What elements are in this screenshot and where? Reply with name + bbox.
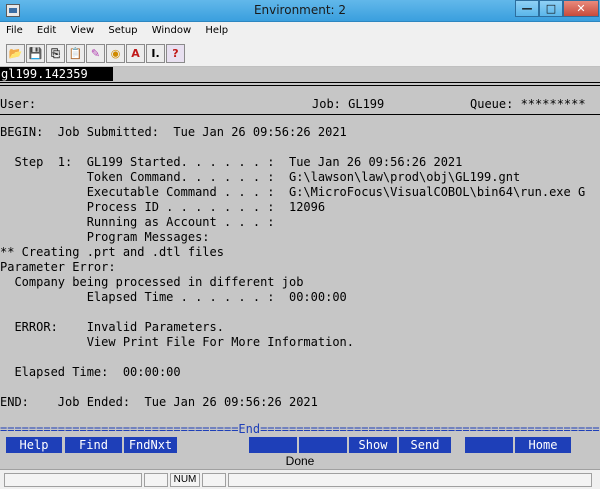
section-rule <box>0 114 600 115</box>
log-line: Process ID . . . . . . . : 12096 <box>0 200 326 214</box>
fkey-blank-3[interactable] <box>465 437 513 453</box>
maximize-button[interactable]: □ <box>539 0 563 17</box>
log-line: Parameter Error: <box>0 260 116 274</box>
menu-view[interactable]: View <box>64 22 99 36</box>
text-size-icon[interactable]: I. <box>146 44 165 63</box>
fkey-blank-1[interactable] <box>249 437 297 453</box>
log-line: Step 1: GL199 Started. . . . . . : Tue J… <box>0 155 463 169</box>
status-panel-right <box>228 473 592 487</box>
paste-icon[interactable]: 📋 <box>66 44 85 63</box>
status-panel-small <box>144 473 168 487</box>
palette-icon[interactable]: ◉ <box>106 44 125 63</box>
toolbar: 📂 💾 ⎘ 📋 ✎ ◉ A I. ? <box>0 41 600 67</box>
fkey-send[interactable]: Send <box>399 437 451 453</box>
job-label: Job: GL199 <box>312 97 385 111</box>
menu-window[interactable]: Window <box>146 22 196 36</box>
fkey-help[interactable]: Help <box>6 437 62 453</box>
fkey-fndnxt[interactable]: FndNxt <box>124 437 177 453</box>
title-bar: Environment: 2 — □ ✕ <box>0 0 600 22</box>
log-line: Elapsed Time . . . . . . : 00:00:00 <box>0 290 347 304</box>
fkey-blank-2[interactable] <box>299 437 347 453</box>
log-line: Program Messages: <box>0 230 210 244</box>
menu-bar: File Edit View Setup Window Help <box>0 22 600 41</box>
log-line: Elapsed Time: 00:00:00 <box>0 365 181 379</box>
minimize-button[interactable]: — <box>515 0 539 17</box>
brush-icon[interactable]: ✎ <box>86 44 105 63</box>
log-line: END: Job Ended: Tue Jan 26 09:56:26 2021 <box>0 395 318 409</box>
status-panel-small-2 <box>202 473 226 487</box>
open-folder-icon[interactable]: 📂 <box>6 44 25 63</box>
copy-icon[interactable]: ⎘ <box>46 44 65 63</box>
log-line: BEGIN: Job Submitted: Tue Jan 26 09:56:2… <box>0 125 347 139</box>
queue-label: Queue: ********* <box>470 97 586 111</box>
end-marker: =================================End====… <box>0 423 600 435</box>
fkey-home[interactable]: Home <box>515 437 571 453</box>
menu-file[interactable]: File <box>0 22 28 36</box>
header-rule-2 <box>0 85 600 86</box>
window-title: Environment: 2 <box>253 3 347 17</box>
menu-edit[interactable]: Edit <box>31 22 61 36</box>
save-icon[interactable]: 💾 <box>26 44 45 63</box>
log-line: View Print File For More Information. <box>0 335 355 349</box>
menu-setup[interactable]: Setup <box>102 22 142 36</box>
font-icon[interactable]: A <box>126 44 145 63</box>
status-panel-main <box>4 473 142 487</box>
num-lock-indicator: NUM <box>170 473 200 487</box>
fkey-show[interactable]: Show <box>349 437 397 453</box>
log-line: Executable Command . . . : G:\MicroFocus… <box>0 185 586 199</box>
status-bar: NUM <box>0 469 600 489</box>
menu-help[interactable]: Help <box>199 22 233 36</box>
job-id-field: gl199.142359 <box>0 67 113 81</box>
function-key-bar: Help Find FndNxt Show Send Home <box>0 437 600 453</box>
log-line: ERROR: Invalid Parameters. <box>0 320 224 334</box>
header-rule <box>0 82 600 83</box>
terminal-screen[interactable]: gl199.142359 User: Job: GL199 Queue: ***… <box>0 67 600 469</box>
help-icon[interactable]: ? <box>166 44 185 63</box>
log-line: Company being processed in different job <box>0 275 304 289</box>
fkey-find[interactable]: Find <box>65 437 122 453</box>
status-text: Done <box>285 454 315 468</box>
close-button[interactable]: ✕ <box>563 0 599 17</box>
user-label: User: <box>0 97 37 111</box>
log-line: Running as Account . . . : <box>0 215 275 229</box>
log-line: ** Creating .prt and .dtl files <box>0 245 224 259</box>
log-line: Token Command. . . . . . : G:\lawson\law… <box>0 170 521 184</box>
